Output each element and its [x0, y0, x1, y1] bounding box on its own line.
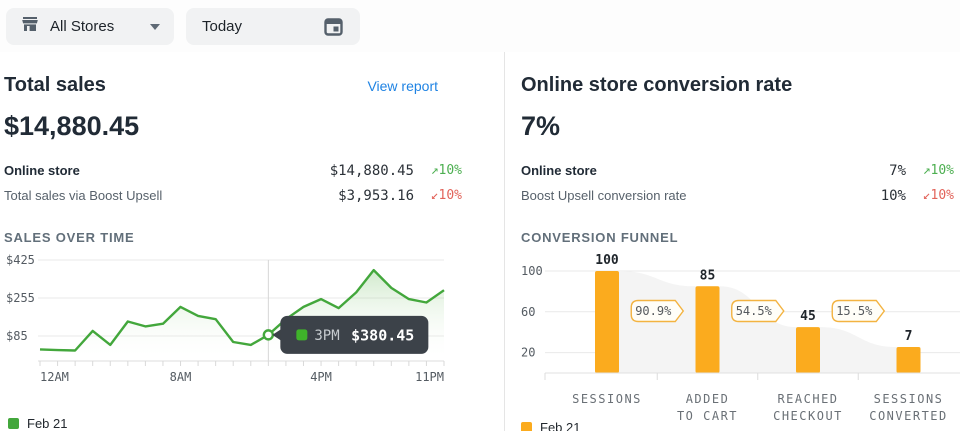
bar-value-label: 85 [700, 268, 716, 283]
category-label: SESSIONS [874, 392, 944, 406]
y-axis-tick-label: $85 [6, 329, 28, 343]
funnel-bar [696, 286, 720, 373]
metric-label: Boost Upsell conversion rate [521, 188, 686, 203]
chart-tooltip: 3PM $380.45 [272, 316, 428, 354]
metric-label: Online store [4, 163, 80, 178]
category-label: CONVERTED [869, 409, 948, 423]
store-selector[interactable]: All Stores [6, 8, 174, 45]
funnel-bar [897, 347, 921, 373]
hover-point-marker [264, 330, 273, 339]
trend-down-badge: ↙10% [414, 188, 462, 203]
conversion-funnel-heading: CONVERSION FUNNEL [521, 230, 960, 245]
trend-down-icon: ↙ [431, 188, 439, 203]
x-axis-tick-label: 11PM [415, 370, 444, 384]
total-sales-value: $14,880.45 [4, 111, 504, 142]
top-bar: All Stores Today [0, 0, 960, 52]
category-label: ADDED [686, 392, 730, 406]
conversion-funnel-chart[interactable]: 100 60 20 100 85 45 7 90.9% 54.5% 15.5% SESSIONS AD… [521, 251, 960, 431]
metric-row-online-store-conversion: Online store 7% ↗10% [521, 158, 960, 183]
conversion-badge-label: 54.5% [736, 304, 773, 318]
metric-value: $3,953.16 [318, 188, 414, 204]
legend-swatch-orange [521, 422, 532, 431]
y-axis-tick-label: 60 [521, 305, 535, 319]
sales-line-chart[interactable]: $425 $255 $85 12AM 8AM 4PM 11PM 3PM $380.45 [4, 251, 504, 412]
view-report-link[interactable]: View report [367, 78, 438, 94]
funnel-bar [796, 327, 820, 373]
bar-value-label: 45 [800, 309, 816, 324]
total-sales-panel: Total sales View report $14,880.45 Onlin… [0, 52, 504, 431]
trend-up-badge: ↗10% [906, 163, 954, 178]
tooltip-value: $380.45 [351, 326, 414, 344]
x-axis-tick-label: 12AM [40, 370, 69, 384]
metric-value: $14,880.45 [318, 163, 414, 179]
sales-over-time-heading: SALES OVER TIME [4, 230, 504, 245]
y-axis-tick-label: 100 [521, 264, 543, 278]
sales-chart-legend: Feb 21 [8, 416, 67, 431]
calendar-icon [323, 16, 344, 37]
tooltip-time: 3PM [314, 328, 339, 344]
trend-down-icon: ↙ [923, 188, 931, 203]
legend-label: Feb 21 [27, 416, 67, 431]
metric-row-online-store-sales: Online store $14,880.45 ↗10% [4, 158, 504, 183]
chevron-down-icon [150, 24, 160, 30]
metric-label: Total sales via Boost Upsell [4, 188, 162, 203]
x-axis-tick-label: 8AM [170, 370, 192, 384]
conversion-rate-value: 7% [521, 111, 960, 142]
legend-swatch-green [8, 418, 19, 429]
tooltip-series-swatch [296, 329, 307, 340]
funnel-bar [595, 271, 619, 373]
conversion-badge-label: 90.9% [635, 304, 672, 318]
y-axis-tick-label: $255 [6, 291, 35, 305]
conversion-panel: Online store conversion rate 7% Online s… [504, 52, 960, 431]
category-label: SESSIONS [572, 392, 642, 406]
metric-row-boost-upsell-conversion: Boost Upsell conversion rate 10% ↙10% [521, 183, 960, 208]
legend-label: Feb 21 [540, 420, 580, 431]
funnel-chart-legend: Feb 21 [521, 420, 580, 431]
metric-label: Online store [521, 163, 597, 178]
trend-up-badge: ↗10% [414, 163, 462, 178]
total-sales-title: Total sales [4, 74, 106, 97]
metric-value: 7% [810, 163, 906, 179]
bar-value-label: 100 [595, 253, 619, 268]
trend-down-badge: ↙10% [906, 188, 954, 203]
conversion-rate-title: Online store conversion rate [521, 74, 792, 97]
storefront-icon [20, 14, 40, 39]
metric-row-boost-upsell-sales: Total sales via Boost Upsell $3,953.16 ↙… [4, 183, 504, 208]
category-label: REACHED [777, 392, 838, 406]
analytics-dashboard: All Stores Today Total sales View report… [0, 0, 960, 431]
conversion-badge-label: 15.5% [836, 304, 873, 318]
bar-value-label: 7 [905, 329, 913, 344]
date-selector[interactable]: Today [186, 8, 360, 45]
category-label: TO CART [677, 409, 738, 423]
y-axis-tick-label: $425 [6, 253, 35, 267]
trend-up-icon: ↗ [431, 163, 439, 178]
store-selector-label: All Stores [50, 18, 114, 35]
y-axis-tick-label: 20 [521, 346, 535, 360]
trend-up-icon: ↗ [923, 163, 931, 178]
metric-value: 10% [810, 188, 906, 204]
category-label: CHECKOUT [773, 409, 843, 423]
date-selector-label: Today [202, 18, 242, 35]
x-axis-tick-label: 4PM [310, 370, 332, 384]
